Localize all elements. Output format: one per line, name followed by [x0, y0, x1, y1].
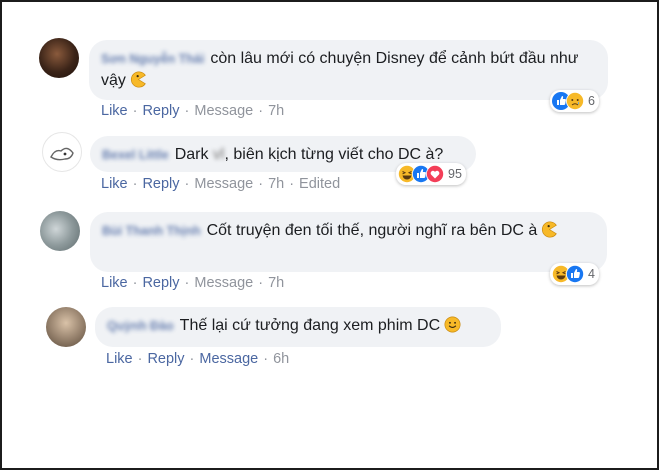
pacman-emoticon-icon: [542, 221, 558, 238]
separator: ·: [189, 351, 195, 367]
separator: ·: [184, 275, 190, 291]
reply-button[interactable]: Reply: [147, 351, 184, 367]
sketch-avatar-icon: [50, 147, 74, 161]
comment-text: Dark vl, biên kịch từng viết cho DC à?: [175, 146, 444, 163]
timestamp[interactable]: 6h: [273, 351, 289, 367]
message-button[interactable]: Message: [194, 275, 253, 291]
like-button[interactable]: Like: [101, 176, 128, 192]
separator: ·: [132, 275, 138, 291]
comment-text-end: , biên kịch từng viết cho DC à?: [224, 146, 444, 163]
reaction-summary[interactable]: 6: [550, 90, 599, 112]
message-button[interactable]: Message: [194, 103, 253, 119]
comment-text-start: Dark: [174, 146, 209, 163]
pacman-emoticon-icon: [130, 71, 146, 88]
reaction-summary[interactable]: 95: [396, 163, 466, 185]
avatar[interactable]: [39, 38, 79, 78]
commenter-name[interactable]: Sơn Nguyễn Thái: [101, 48, 204, 70]
reaction-count: 4: [588, 267, 595, 281]
like-button[interactable]: Like: [106, 351, 133, 367]
reaction-count: 95: [448, 167, 462, 181]
comment-actions: Like · Reply · Message · 7h: [101, 275, 284, 291]
separator: ·: [289, 176, 295, 192]
message-button[interactable]: Message: [194, 176, 253, 192]
reaction-summary[interactable]: 4: [550, 263, 599, 285]
reply-button[interactable]: Reply: [142, 176, 179, 192]
edited-label[interactable]: Edited: [299, 176, 340, 192]
comment-bubble: Quỳnh Đào Thế lại cứ tưởng đang xem phim …: [95, 307, 501, 347]
reaction-count: 6: [588, 94, 595, 108]
timestamp[interactable]: 7h: [268, 103, 284, 119]
like-button[interactable]: Like: [101, 275, 128, 291]
commenter-name[interactable]: Bùi Thanh Thịnh: [102, 220, 201, 242]
blurred-word: vl: [212, 146, 225, 163]
message-button[interactable]: Message: [199, 351, 258, 367]
separator: ·: [132, 103, 138, 119]
screenshot-frame: Sơn Nguyễn Thái còn lâu mới có chuyện Dis…: [0, 0, 659, 470]
separator: ·: [137, 351, 143, 367]
like-reaction-icon: [566, 265, 584, 283]
love-reaction-icon: [426, 165, 444, 183]
commenter-name[interactable]: Quỳnh Đào: [107, 315, 174, 337]
separator: ·: [132, 176, 138, 192]
comment-actions: Like · Reply · Message · 6h: [106, 351, 289, 367]
comment-bubble: Bùi Thanh Thịnh Cốt truyện đen tối thế, n…: [90, 212, 607, 272]
separator: ·: [184, 103, 190, 119]
smile-emoticon-icon: [444, 316, 461, 333]
separator: ·: [258, 176, 264, 192]
timestamp[interactable]: 7h: [268, 176, 284, 192]
commenter-name[interactable]: Bexel Little: [102, 144, 169, 166]
comment-bubble: Sơn Nguyễn Thái còn lâu mới có chuyện Dis…: [89, 40, 608, 100]
timestamp[interactable]: 7h: [268, 275, 284, 291]
separator: ·: [258, 103, 264, 119]
comment-actions: Like · Reply · Message · 7h: [101, 103, 284, 119]
comment-text: Thế lại cứ tưởng đang xem phim DC: [179, 317, 441, 334]
separator: ·: [263, 351, 269, 367]
separator: ·: [258, 275, 264, 291]
comment-actions: Like · Reply · Message · 7h · Edited: [101, 176, 340, 192]
reply-button[interactable]: Reply: [142, 275, 179, 291]
separator: ·: [184, 176, 190, 192]
avatar[interactable]: [40, 211, 80, 251]
reply-button[interactable]: Reply: [142, 103, 179, 119]
sad-reaction-icon: [566, 92, 584, 110]
like-button[interactable]: Like: [101, 103, 128, 119]
avatar[interactable]: [46, 307, 86, 347]
comment-text: Cốt truyện đen tối thế, người nghĩ ra bê…: [206, 222, 538, 239]
avatar[interactable]: [42, 132, 82, 172]
